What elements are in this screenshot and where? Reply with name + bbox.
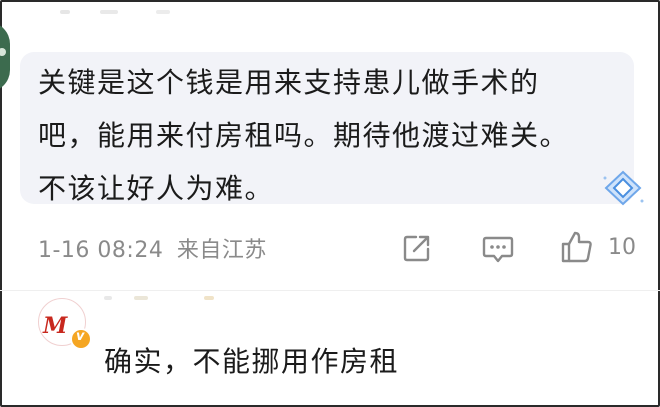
cropped-username-strip xyxy=(60,10,180,16)
comment-location: 来自江苏 xyxy=(176,238,267,263)
diamond-badge-icon xyxy=(603,170,644,206)
comment-meta: 1-16 08:24 来自江苏 xyxy=(38,232,267,264)
share-icon[interactable] xyxy=(402,233,432,263)
verified-badge-icon: v xyxy=(70,328,92,350)
cropped-reply-username xyxy=(104,296,224,302)
comment-date: 1-16 08:24 xyxy=(38,238,164,263)
avatar-logo: M xyxy=(43,313,68,339)
comment-icon[interactable] xyxy=(482,234,514,264)
reply-text: 确实，不能挪用作房租 xyxy=(104,345,400,378)
thumbs-up-icon[interactable] xyxy=(560,230,594,264)
comment-text: 关键是这个钱是用来支持患儿做手术的 吧，能用来付房租吗。期待他渡过难关。 不该让… xyxy=(38,66,570,205)
like-count: 10 xyxy=(608,235,636,260)
divider xyxy=(0,290,660,291)
